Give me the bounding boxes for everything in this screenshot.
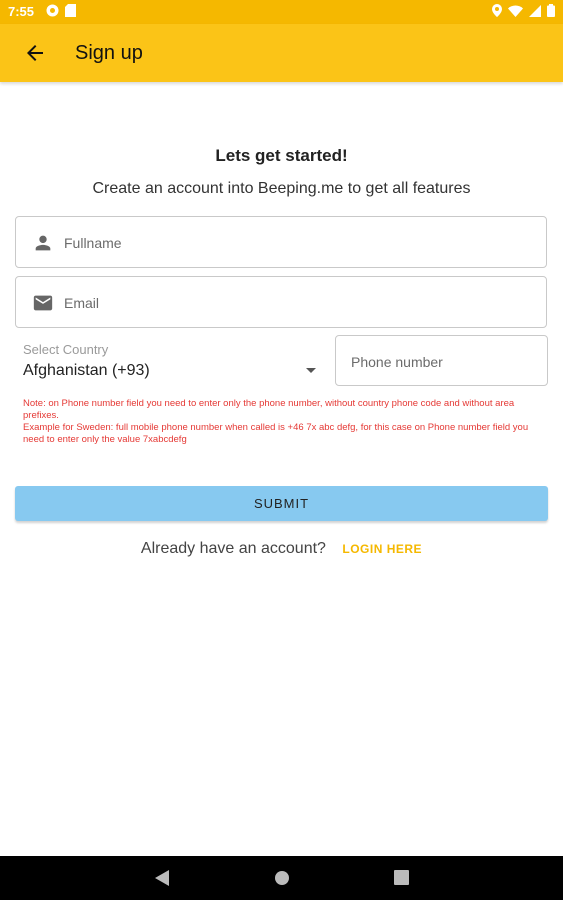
nav-recents-icon[interactable] bbox=[394, 870, 409, 885]
arrow-back-icon bbox=[27, 45, 43, 61]
status-system-icons bbox=[492, 4, 555, 17]
wifi-icon bbox=[508, 5, 523, 17]
system-nav-bar bbox=[0, 856, 563, 900]
fullname-field[interactable] bbox=[15, 216, 547, 269]
status-bar: 7:55 bbox=[0, 0, 563, 24]
login-link[interactable]: LOGIN HERE bbox=[342, 542, 422, 556]
location-icon bbox=[492, 4, 502, 17]
nav-back-icon[interactable] bbox=[155, 870, 169, 886]
email-field[interactable] bbox=[15, 276, 547, 329]
fullname-input[interactable] bbox=[62, 217, 536, 269]
status-notification-icons bbox=[46, 4, 76, 17]
back-button[interactable] bbox=[20, 38, 50, 68]
welcome-heading: Lets get started! bbox=[215, 146, 348, 165]
country-select[interactable]: Select Country Afghanistan (+93) bbox=[23, 340, 323, 390]
phone-input[interactable] bbox=[349, 336, 543, 387]
notification-icon bbox=[46, 4, 59, 17]
sd-card-icon bbox=[65, 4, 76, 17]
phone-note: Note: on Phone number field you need to … bbox=[23, 398, 543, 446]
submit-button[interactable]: SUBMIT bbox=[15, 486, 548, 521]
phone-note-line: Note: on Phone number field you need to … bbox=[23, 398, 515, 421]
welcome-subheading: Create an account into Beeping.me to get… bbox=[92, 180, 471, 197]
login-prompt: Already have an account? bbox=[140, 540, 326, 557]
country-value: Afghanistan (+93) bbox=[23, 362, 150, 379]
signal-icon bbox=[529, 4, 541, 17]
page-title: Sign up bbox=[75, 42, 143, 64]
country-label: Select Country bbox=[23, 342, 109, 357]
login-row: Already have an account? LOGIN HERE bbox=[0, 540, 563, 558]
mail-icon bbox=[33, 295, 53, 311]
battery-icon bbox=[547, 4, 555, 17]
caret-down-icon bbox=[306, 368, 316, 373]
status-time: 7:55 bbox=[8, 4, 35, 19]
person-icon bbox=[35, 235, 51, 251]
app-bar: Sign up bbox=[0, 24, 563, 82]
nav-home-icon[interactable] bbox=[274, 870, 290, 886]
phone-note-example: Example for Sweden: full mobile phone nu… bbox=[23, 422, 529, 445]
phone-field[interactable] bbox=[335, 335, 548, 387]
email-input[interactable] bbox=[62, 277, 536, 329]
